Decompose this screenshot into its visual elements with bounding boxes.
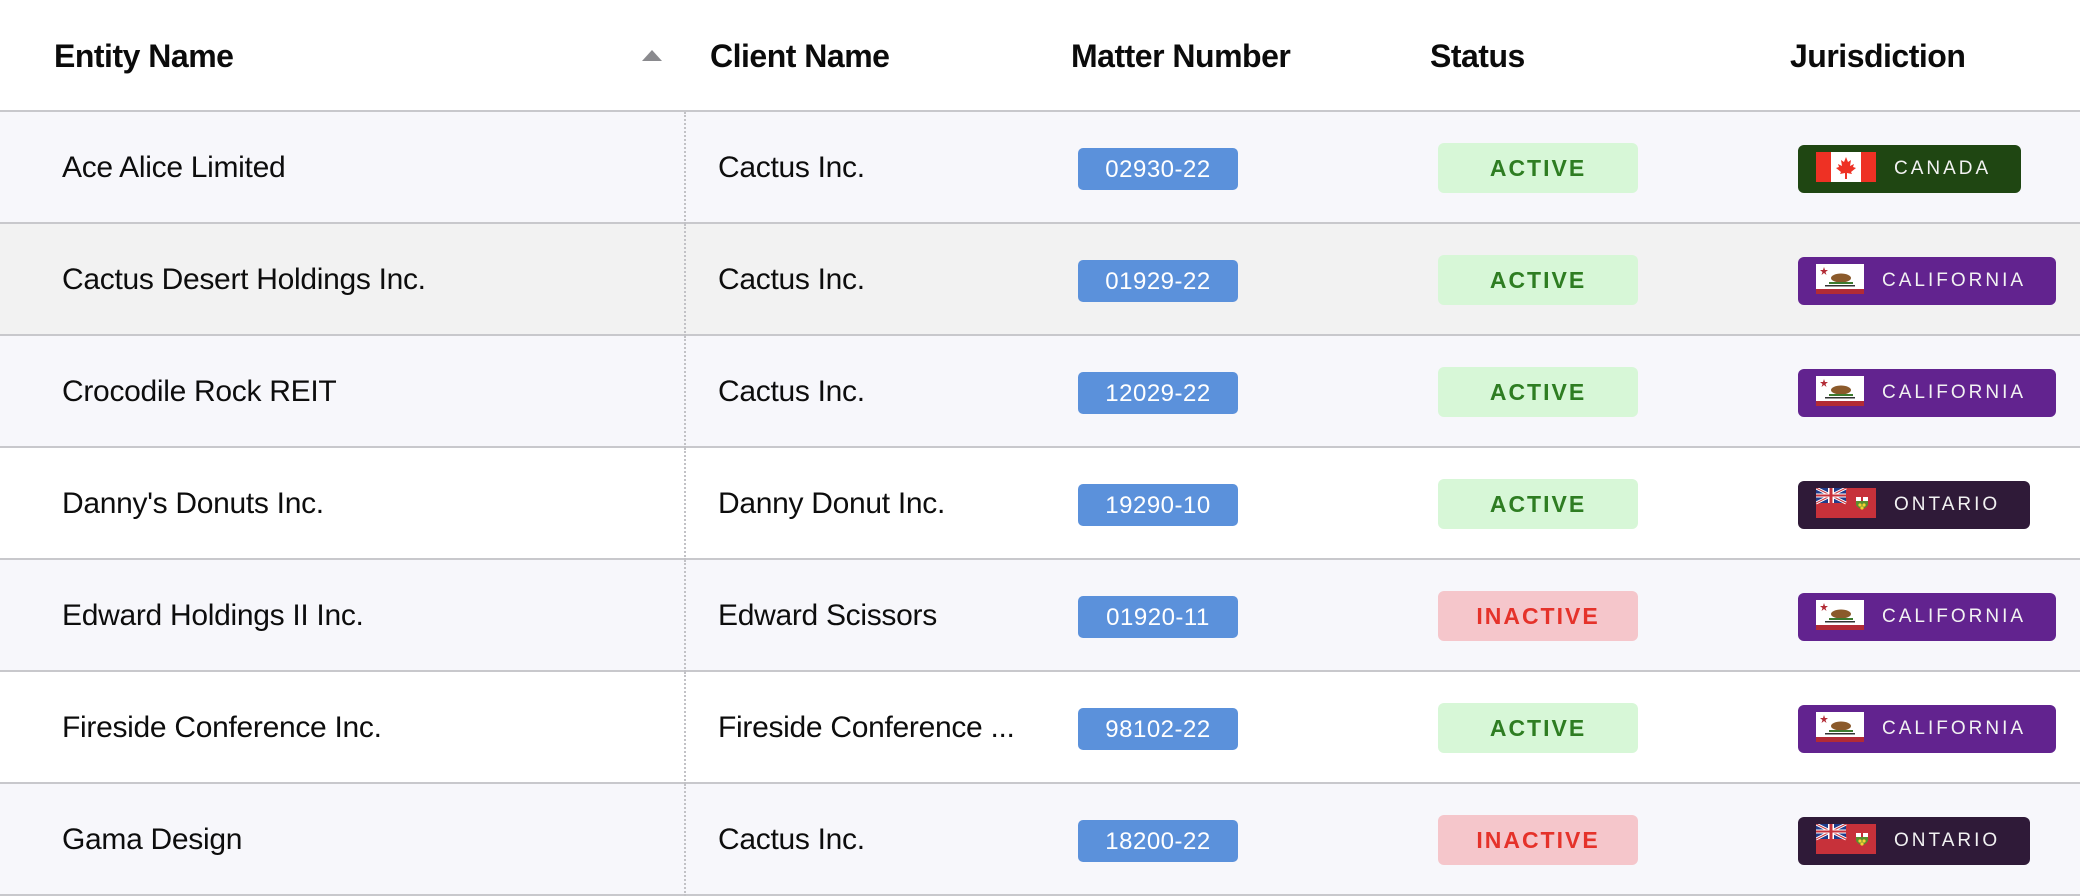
entity-name-cell[interactable]: Crocodile Rock REIT <box>62 336 662 446</box>
jurisdiction-badge[interactable]: ONTARIO <box>1798 817 2031 865</box>
matter-number-badge[interactable]: 18200-22 <box>1078 820 1238 862</box>
jurisdiction-label: CALIFORNIA <box>1882 382 2027 403</box>
client-name-cell[interactable]: Cactus Inc. <box>718 224 1018 334</box>
status-badge: INACTIVE <box>1438 815 1638 865</box>
matter-number-badge[interactable]: 19290-10 <box>1078 484 1238 526</box>
column-divider <box>684 448 686 560</box>
column-header-jurisdiction[interactable]: Jurisdiction <box>1790 0 1966 110</box>
jurisdiction-label: ONTARIO <box>1894 830 2001 851</box>
table-row[interactable]: Crocodile Rock REIT Cactus Inc. 12029-22 AC… <box>0 336 2080 448</box>
status-badge: ACTIVE <box>1438 367 1638 417</box>
jurisdiction-badge[interactable]: CALIFORNIA <box>1798 593 2057 641</box>
jurisdiction-label: CANADA <box>1894 158 1992 179</box>
jurisdiction-label: CALIFORNIA <box>1882 718 2027 739</box>
column-header-entity-name[interactable]: Entity Name <box>54 0 234 110</box>
status-badge: ACTIVE <box>1438 479 1638 529</box>
entity-name-cell[interactable]: Cactus Desert Holdings Inc. <box>62 224 662 334</box>
jurisdiction-label: CALIFORNIA <box>1882 270 2027 291</box>
california-flag-icon <box>1816 600 1864 630</box>
status-badge: ACTIVE <box>1438 703 1638 753</box>
jurisdiction-label: ONTARIO <box>1894 494 2001 515</box>
california-flag-icon <box>1816 712 1864 742</box>
table-body: Ace Alice Limited Cactus Inc. 02930-22 ACTI… <box>0 112 2080 896</box>
entity-name-cell[interactable]: Danny's Donuts Inc. <box>62 448 662 558</box>
entities-table: Entity Name Client Name Matter Number St… <box>0 0 2080 896</box>
column-header-client-name[interactable]: Client Name <box>710 0 890 110</box>
status-badge: ACTIVE <box>1438 255 1638 305</box>
column-divider <box>684 336 686 448</box>
table-row[interactable]: Cactus Desert Holdings Inc. Cactus Inc. 01… <box>0 224 2080 336</box>
column-divider <box>684 672 686 784</box>
matter-number-badge[interactable]: 02930-22 <box>1078 148 1238 190</box>
california-flag-icon <box>1816 376 1864 406</box>
client-name-cell[interactable]: Cactus Inc. <box>718 784 1018 894</box>
status-badge: INACTIVE <box>1438 591 1638 641</box>
column-header-matter-number[interactable]: Matter Number <box>1071 0 1291 110</box>
matter-number-badge[interactable]: 12029-22 <box>1078 372 1238 414</box>
sort-ascending-icon[interactable] <box>642 50 662 61</box>
client-name-cell[interactable]: Fireside Conference ... <box>718 672 1018 782</box>
table-header: Entity Name Client Name Matter Number St… <box>0 0 2080 112</box>
table-row[interactable]: Gama Design Cactus Inc. 18200-22 INACTIVE O… <box>0 784 2080 896</box>
table-row[interactable]: Ace Alice Limited Cactus Inc. 02930-22 ACTI… <box>0 112 2080 224</box>
column-divider <box>684 560 686 672</box>
matter-number-badge[interactable]: 01920-11 <box>1078 596 1238 638</box>
canada-flag-icon <box>1816 152 1876 182</box>
ontario-flag-icon <box>1816 488 1876 518</box>
jurisdiction-badge[interactable]: CALIFORNIA <box>1798 705 2057 753</box>
column-divider <box>684 224 686 336</box>
client-name-cell[interactable]: Edward Scissors <box>718 560 1018 670</box>
column-header-status[interactable]: Status <box>1430 0 1525 110</box>
status-badge: ACTIVE <box>1438 143 1638 193</box>
client-name-cell[interactable]: Danny Donut Inc. <box>718 448 1018 558</box>
table-row[interactable]: Fireside Conference Inc. Fireside Confere… <box>0 672 2080 784</box>
jurisdiction-badge[interactable]: CALIFORNIA <box>1798 369 2057 417</box>
entity-name-cell[interactable]: Fireside Conference Inc. <box>62 672 662 782</box>
california-flag-icon <box>1816 264 1864 294</box>
jurisdiction-badge[interactable]: CALIFORNIA <box>1798 257 2057 305</box>
client-name-cell[interactable]: Cactus Inc. <box>718 336 1018 446</box>
jurisdiction-label: CALIFORNIA <box>1882 606 2027 627</box>
column-divider <box>684 784 686 896</box>
jurisdiction-badge[interactable]: ONTARIO <box>1798 481 2031 529</box>
matter-number-badge[interactable]: 01929-22 <box>1078 260 1238 302</box>
matter-number-badge[interactable]: 98102-22 <box>1078 708 1238 750</box>
ontario-flag-icon <box>1816 824 1876 854</box>
entity-name-cell[interactable]: Edward Holdings II Inc. <box>62 560 662 670</box>
column-divider <box>684 112 686 224</box>
entity-name-cell[interactable]: Ace Alice Limited <box>62 112 662 222</box>
entity-name-cell[interactable]: Gama Design <box>62 784 662 894</box>
jurisdiction-badge[interactable]: CANADA <box>1798 145 2022 193</box>
table-row[interactable]: Danny's Donuts Inc. Danny Donut Inc. 19290… <box>0 448 2080 560</box>
table-row[interactable]: Edward Holdings II Inc. Edward Scissors 01… <box>0 560 2080 672</box>
client-name-cell[interactable]: Cactus Inc. <box>718 112 1018 222</box>
